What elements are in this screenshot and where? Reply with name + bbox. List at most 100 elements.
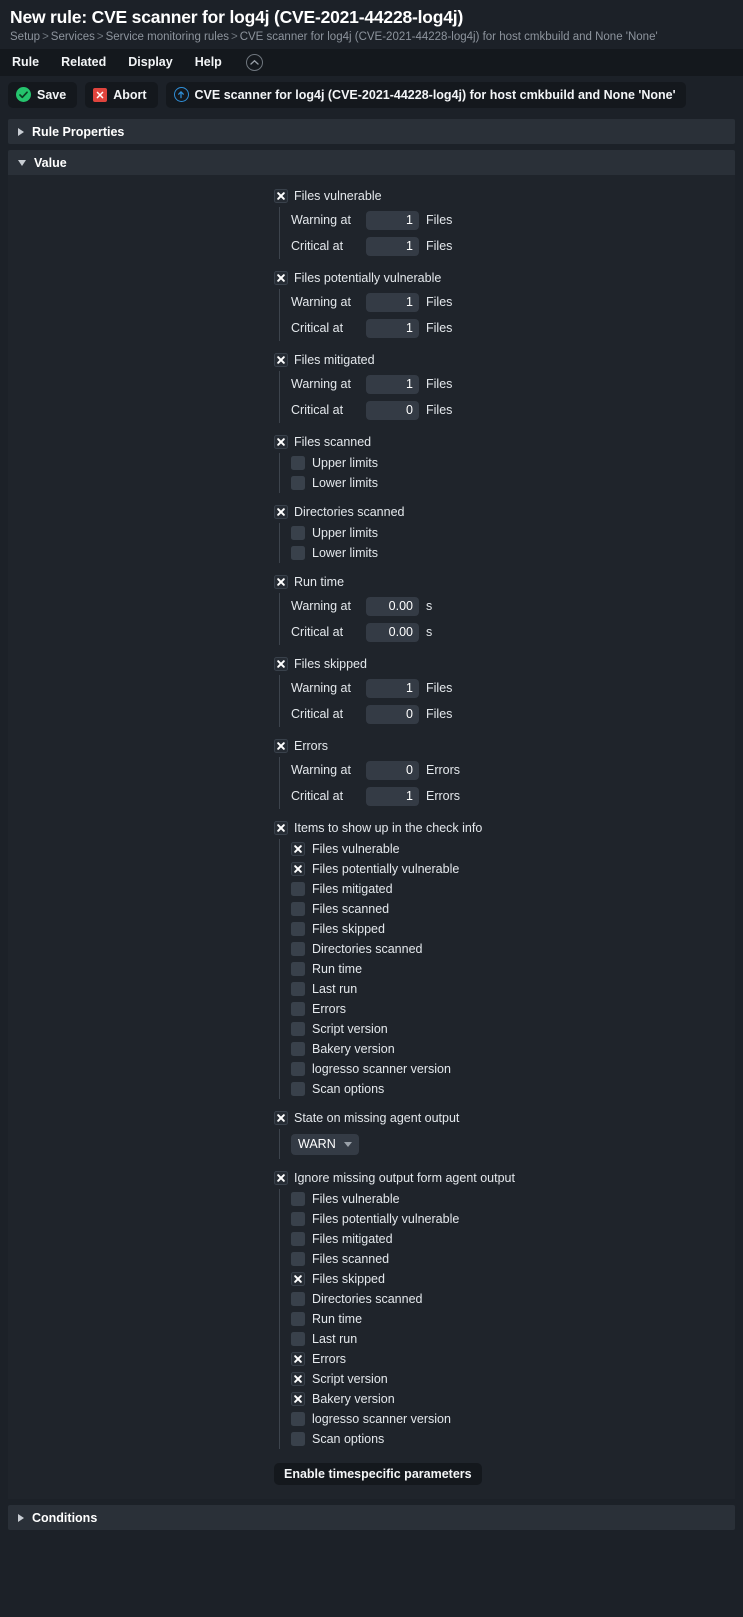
ignore-missing-option-checkbox[interactable] — [291, 1392, 305, 1406]
critical-level-input[interactable] — [366, 786, 419, 806]
upper-limits-checkbox[interactable] — [291, 456, 305, 470]
check-info-option-checkbox[interactable] — [291, 1082, 305, 1096]
value-group-label: Run time — [294, 574, 345, 589]
ignore-missing-option-checkbox[interactable] — [291, 1352, 305, 1366]
warning-level-input[interactable] — [366, 210, 419, 230]
value-group-checkbox[interactable] — [274, 434, 288, 449]
ignore-missing-option-checkbox[interactable] — [291, 1192, 305, 1206]
check-info-option-row: Last run — [291, 979, 735, 999]
ignore-missing-option-checkbox[interactable] — [291, 1432, 305, 1446]
value-group-checkbox[interactable] — [274, 738, 288, 753]
critical-at-label: Critical at — [291, 403, 344, 417]
value-group-checkbox[interactable] — [274, 656, 288, 671]
check-info-option-checkbox[interactable] — [291, 882, 305, 896]
ignore-missing-group: Ignore missing output form agent output … — [8, 1167, 735, 1449]
value-group-checkbox[interactable] — [274, 504, 288, 519]
menu-item-help[interactable]: Help — [195, 49, 235, 76]
critical-level-input[interactable] — [366, 236, 419, 256]
breadcrumb-item-services[interactable]: Services — [51, 31, 95, 43]
section-body-value: Files vulnerableWarning atFilesCritical … — [8, 175, 735, 1499]
save-button[interactable]: Save — [8, 81, 78, 108]
critical-level-input[interactable] — [366, 318, 419, 338]
check-info-option-checkbox[interactable] — [291, 1062, 305, 1076]
check-info-option-checkbox[interactable] — [291, 1022, 305, 1036]
chevron-up-circle-icon[interactable] — [245, 54, 263, 71]
ignore-missing-option-checkbox[interactable] — [291, 1212, 305, 1226]
menu-item-rule[interactable]: Rule — [12, 49, 52, 76]
critical-level-row: Critical at Errors — [291, 783, 735, 809]
menu-item-related[interactable]: Related — [61, 49, 119, 76]
ignore-missing-option-checkbox[interactable] — [291, 1232, 305, 1246]
missing-state-checkbox[interactable] — [274, 1110, 288, 1125]
value-group-checkbox[interactable] — [274, 352, 288, 367]
missing-state-dropdown-value: WARN — [298, 1137, 336, 1151]
ignore-missing-option-checkbox[interactable] — [291, 1312, 305, 1326]
missing-state-dropdown[interactable]: WARN — [291, 1133, 359, 1155]
section-header-rule-properties[interactable]: Rule Properties — [8, 119, 735, 144]
check-info-option-checkbox[interactable] — [291, 902, 305, 916]
timespecific-wrap: Enable timespecific parameters — [8, 1463, 735, 1485]
check-info-option-checkbox[interactable] — [291, 942, 305, 956]
section-header-conditions[interactable]: Conditions — [8, 1505, 735, 1530]
check-info-option-row: Files potentially vulnerable — [291, 859, 735, 879]
missing-state-label: State on missing agent output — [294, 1110, 460, 1125]
ignore-missing-option-checkbox[interactable] — [291, 1252, 305, 1266]
critical-level-input[interactable] — [366, 622, 419, 642]
missing-state-group: State on missing agent output WARN — [8, 1107, 735, 1159]
value-group-checkbox[interactable] — [274, 574, 288, 589]
check-info-option-checkbox[interactable] — [291, 1002, 305, 1016]
ignore-missing-option-row: Files vulnerable — [291, 1189, 735, 1209]
ignore-missing-option-checkbox[interactable] — [291, 1292, 305, 1306]
abort-button[interactable]: Abort — [85, 81, 158, 108]
value-group-checkbox[interactable] — [274, 188, 288, 203]
check-info-option-checkbox[interactable] — [291, 842, 305, 856]
check-info-option-checkbox[interactable] — [291, 862, 305, 876]
critical-level-input[interactable] — [366, 704, 419, 724]
ignore-missing-option-checkbox[interactable] — [291, 1332, 305, 1346]
warning-level-input[interactable] — [366, 678, 419, 698]
ignore-missing-option-label: Run time — [312, 1312, 363, 1326]
ignore-missing-option-checkbox[interactable] — [291, 1412, 305, 1426]
value-group-checkbox[interactable] — [274, 270, 288, 285]
critical-level-input[interactable] — [366, 400, 419, 420]
check-info-option-row: logresso scanner version — [291, 1059, 735, 1079]
ignore-missing-row: Ignore missing output form agent output — [274, 1167, 735, 1188]
menu-item-display[interactable]: Display — [128, 49, 185, 76]
check-info-option-label: Last run — [312, 982, 358, 996]
warning-level-input[interactable] — [366, 760, 419, 780]
check-info-option-checkbox[interactable] — [291, 1042, 305, 1056]
warning-level-input[interactable] — [366, 292, 419, 312]
warning-level-input[interactable] — [366, 374, 419, 394]
warning-unit-label: s — [426, 599, 433, 613]
check-info-label: Items to show up in the check info — [294, 820, 483, 835]
ignore-missing-option-list: Files vulnerable Files potentially vulner… — [279, 1189, 735, 1449]
upper-limits-checkbox[interactable] — [291, 526, 305, 540]
ignore-missing-option-label: Script version — [312, 1372, 388, 1386]
lower-limits-checkbox[interactable] — [291, 476, 305, 490]
critical-level-row: Critical at s — [291, 619, 735, 645]
check-info-option-checkbox[interactable] — [291, 982, 305, 996]
check-info-checkbox[interactable] — [274, 820, 288, 835]
check-info-option-label: Files mitigated — [312, 882, 393, 896]
lower-limits-checkbox[interactable] — [291, 546, 305, 560]
ignore-missing-option-row: Directories scanned — [291, 1289, 735, 1309]
breadcrumb-item-rules[interactable]: Service monitoring rules — [106, 31, 229, 43]
chevron-down-icon — [18, 159, 26, 166]
context-button[interactable]: CVE scanner for log4j (CVE-2021-44228-lo… — [165, 81, 686, 108]
critical-unit-label: Errors — [426, 789, 461, 803]
section-rule-properties: Rule Properties — [8, 119, 735, 144]
ignore-missing-checkbox[interactable] — [274, 1170, 288, 1185]
ignore-missing-option-checkbox[interactable] — [291, 1372, 305, 1386]
check-info-option-label: logresso scanner version — [312, 1062, 451, 1076]
breadcrumb-item-setup[interactable]: Setup — [10, 31, 40, 43]
enable-timespecific-parameters-button[interactable]: Enable timespecific parameters — [274, 1463, 482, 1485]
check-info-option-row: Script version — [291, 1019, 735, 1039]
check-info-option-checkbox[interactable] — [291, 962, 305, 976]
check-info-option-checkbox[interactable] — [291, 922, 305, 936]
ignore-missing-option-label: Files potentially vulnerable — [312, 1212, 460, 1226]
section-header-value[interactable]: Value — [8, 150, 735, 175]
ignore-missing-option-checkbox[interactable] — [291, 1272, 305, 1286]
warning-level-input[interactable] — [366, 596, 419, 616]
